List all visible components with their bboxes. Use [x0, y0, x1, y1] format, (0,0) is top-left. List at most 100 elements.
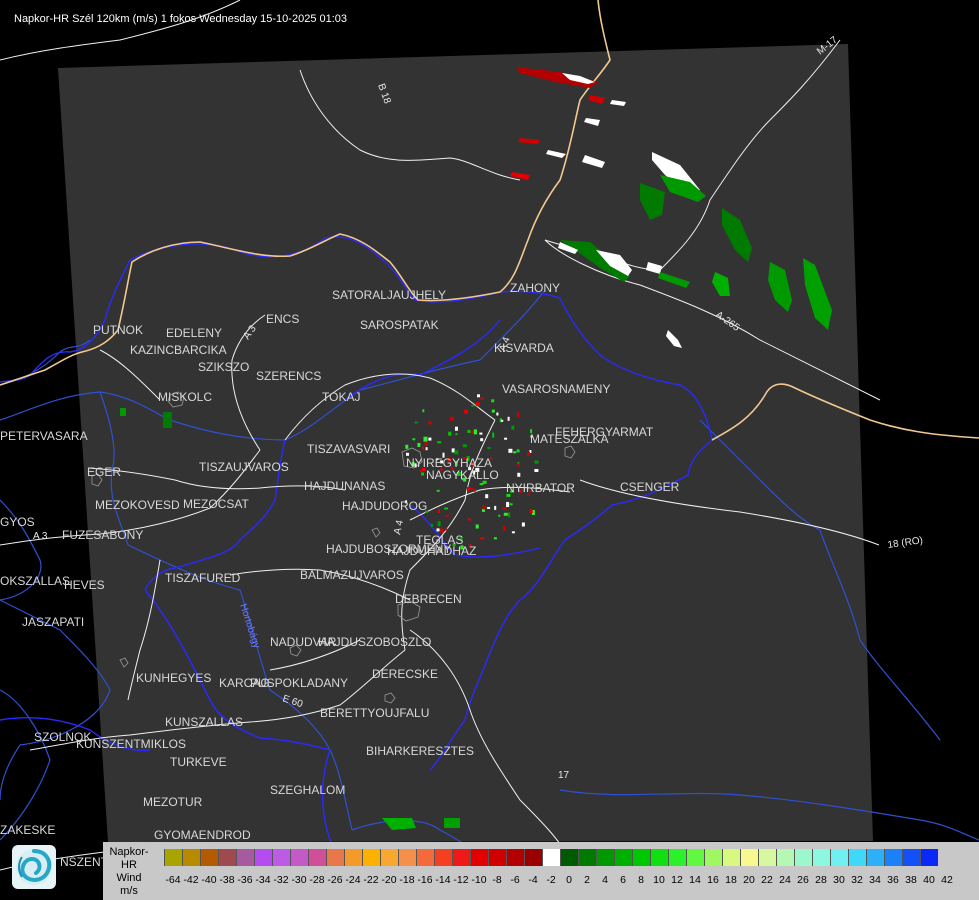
echo-pixel: [527, 451, 531, 456]
city-label: MEZOCSAT: [183, 497, 249, 511]
legend-swatch: [344, 849, 362, 866]
echo-pixel: [494, 505, 497, 510]
city-label: TISZAVASVARI: [307, 442, 390, 456]
city-label: BIHARKERESZTES: [366, 744, 474, 758]
legend-tick-label: -16: [417, 874, 433, 886]
legend-tick-label: 28: [815, 874, 827, 886]
echo-pixel: [508, 448, 513, 453]
city-label: NSZENT: [60, 855, 109, 869]
legend-swatch: [542, 849, 560, 866]
napkor-logo: [12, 845, 56, 889]
city-label: FEHERGYARMAT: [555, 425, 654, 439]
legend-tick-label: 18: [725, 874, 737, 886]
legend-tick-label: 38: [905, 874, 917, 886]
city-label: HAJDUDOROG: [342, 499, 427, 513]
echo-pixel: [412, 438, 416, 441]
legend-swatch: [560, 849, 578, 866]
city-label: OKSZALLAS: [0, 574, 70, 588]
echo-pixel: [501, 419, 504, 422]
legend-tick-label: -34: [255, 874, 271, 886]
city-label: PUSPOKLADANY: [250, 676, 348, 690]
echo-pixel: [516, 463, 520, 467]
echo-pixel: [470, 430, 474, 434]
echo-pixel: [421, 472, 424, 476]
echo-pixel: [480, 438, 484, 442]
city-label: VASAROSNAMENY: [502, 382, 610, 396]
city-label: NAGYKALLO: [426, 468, 499, 482]
city-label: BERETTYOUJFALU: [320, 706, 429, 720]
legend-swatch: [830, 849, 848, 866]
echo-pixel: [492, 432, 495, 438]
legend-tick-label: -2: [546, 874, 556, 886]
legend-tick-label: 20: [743, 874, 755, 886]
city-label: PUTNOK: [93, 323, 143, 337]
echo-pixel: [422, 446, 425, 450]
echo-pixel: [511, 425, 515, 430]
legend-tick-label: 32: [851, 874, 863, 886]
city-label: EGER: [87, 465, 121, 479]
legend-tick-label: -10: [471, 874, 487, 886]
legend-tick-label: -14: [435, 874, 451, 886]
legend-swatch: [812, 849, 830, 866]
city-label: ENCS: [266, 312, 299, 326]
legend-tick-label: -36: [237, 874, 253, 886]
city-label: DERECSKE: [372, 667, 438, 681]
legend-ticks: -64 -42 -40 -38 -36 -34 -32 -30 -28 -26 -24 -22 -20-…: [164, 874, 956, 886]
legend-tick-label: 4: [602, 874, 608, 886]
echo-pixel: [534, 460, 539, 464]
legend-tick-label: -30: [291, 874, 307, 886]
legend-tick-label: -4: [528, 874, 538, 886]
city-label: TISZAUJVAROS: [199, 460, 289, 474]
legend-swatch: [524, 849, 542, 866]
echo-pixel: [491, 399, 495, 403]
legend-tick-label: 12: [671, 874, 683, 886]
legend-swatch: [272, 849, 290, 866]
city-label: MEZOKOVESD: [95, 498, 180, 512]
echo-pixel: [516, 449, 520, 453]
legend-swatch: [596, 849, 614, 866]
legend-swatch: [632, 849, 650, 866]
echo-pixel: [482, 505, 486, 510]
echo-pixel: [513, 451, 517, 454]
echo-pixel: [498, 514, 501, 517]
legend-tick-label: -42: [183, 874, 199, 886]
echo-pixel: [467, 429, 471, 433]
echo-pixel: [455, 426, 458, 431]
legend-swatch: [488, 849, 506, 866]
city-label: GYOMAENDROD: [154, 828, 251, 842]
legend-tick-label: -38: [219, 874, 235, 886]
legend-swatch: [452, 849, 470, 866]
echo-pixel: [414, 421, 418, 424]
legend-swatch: [308, 849, 326, 866]
echo-pixel: [471, 404, 475, 407]
city-label: TISZAFURED: [165, 571, 241, 585]
echo-pixel: [423, 436, 428, 442]
echo-pixel: [473, 429, 477, 435]
city-label: PETERVASARA: [0, 429, 88, 443]
legend-swatch: [722, 849, 740, 866]
legend-swatch: [416, 849, 434, 866]
echo-pixel: [507, 416, 510, 421]
legend-swatch: [866, 849, 884, 866]
echo-pixel: [445, 514, 449, 517]
city-label: NYIRBATOR: [506, 481, 575, 495]
echo-pixel: [496, 412, 499, 416]
legend-swatch: [776, 849, 794, 866]
echo-pixel: [502, 506, 507, 510]
echo-pixel: [493, 537, 497, 540]
echo-pixel: [509, 503, 513, 506]
road-label: 17: [558, 770, 570, 781]
legend-swatch: [398, 849, 416, 866]
legend-swatch: [668, 849, 686, 866]
legend-tick-label: -26: [327, 874, 343, 886]
legend-swatch: [884, 849, 902, 866]
legend-tick-label: -28: [309, 874, 325, 886]
legend-swatch: [506, 849, 524, 866]
legend-tick-label: 6: [620, 874, 626, 886]
legend-swatch: [920, 849, 938, 866]
legend-swatch: [740, 849, 758, 866]
legend-tick-label: -12: [453, 874, 469, 886]
city-label: GYOS: [0, 515, 35, 529]
legend-swatches: [164, 849, 938, 866]
legend-swatch: [758, 849, 776, 866]
